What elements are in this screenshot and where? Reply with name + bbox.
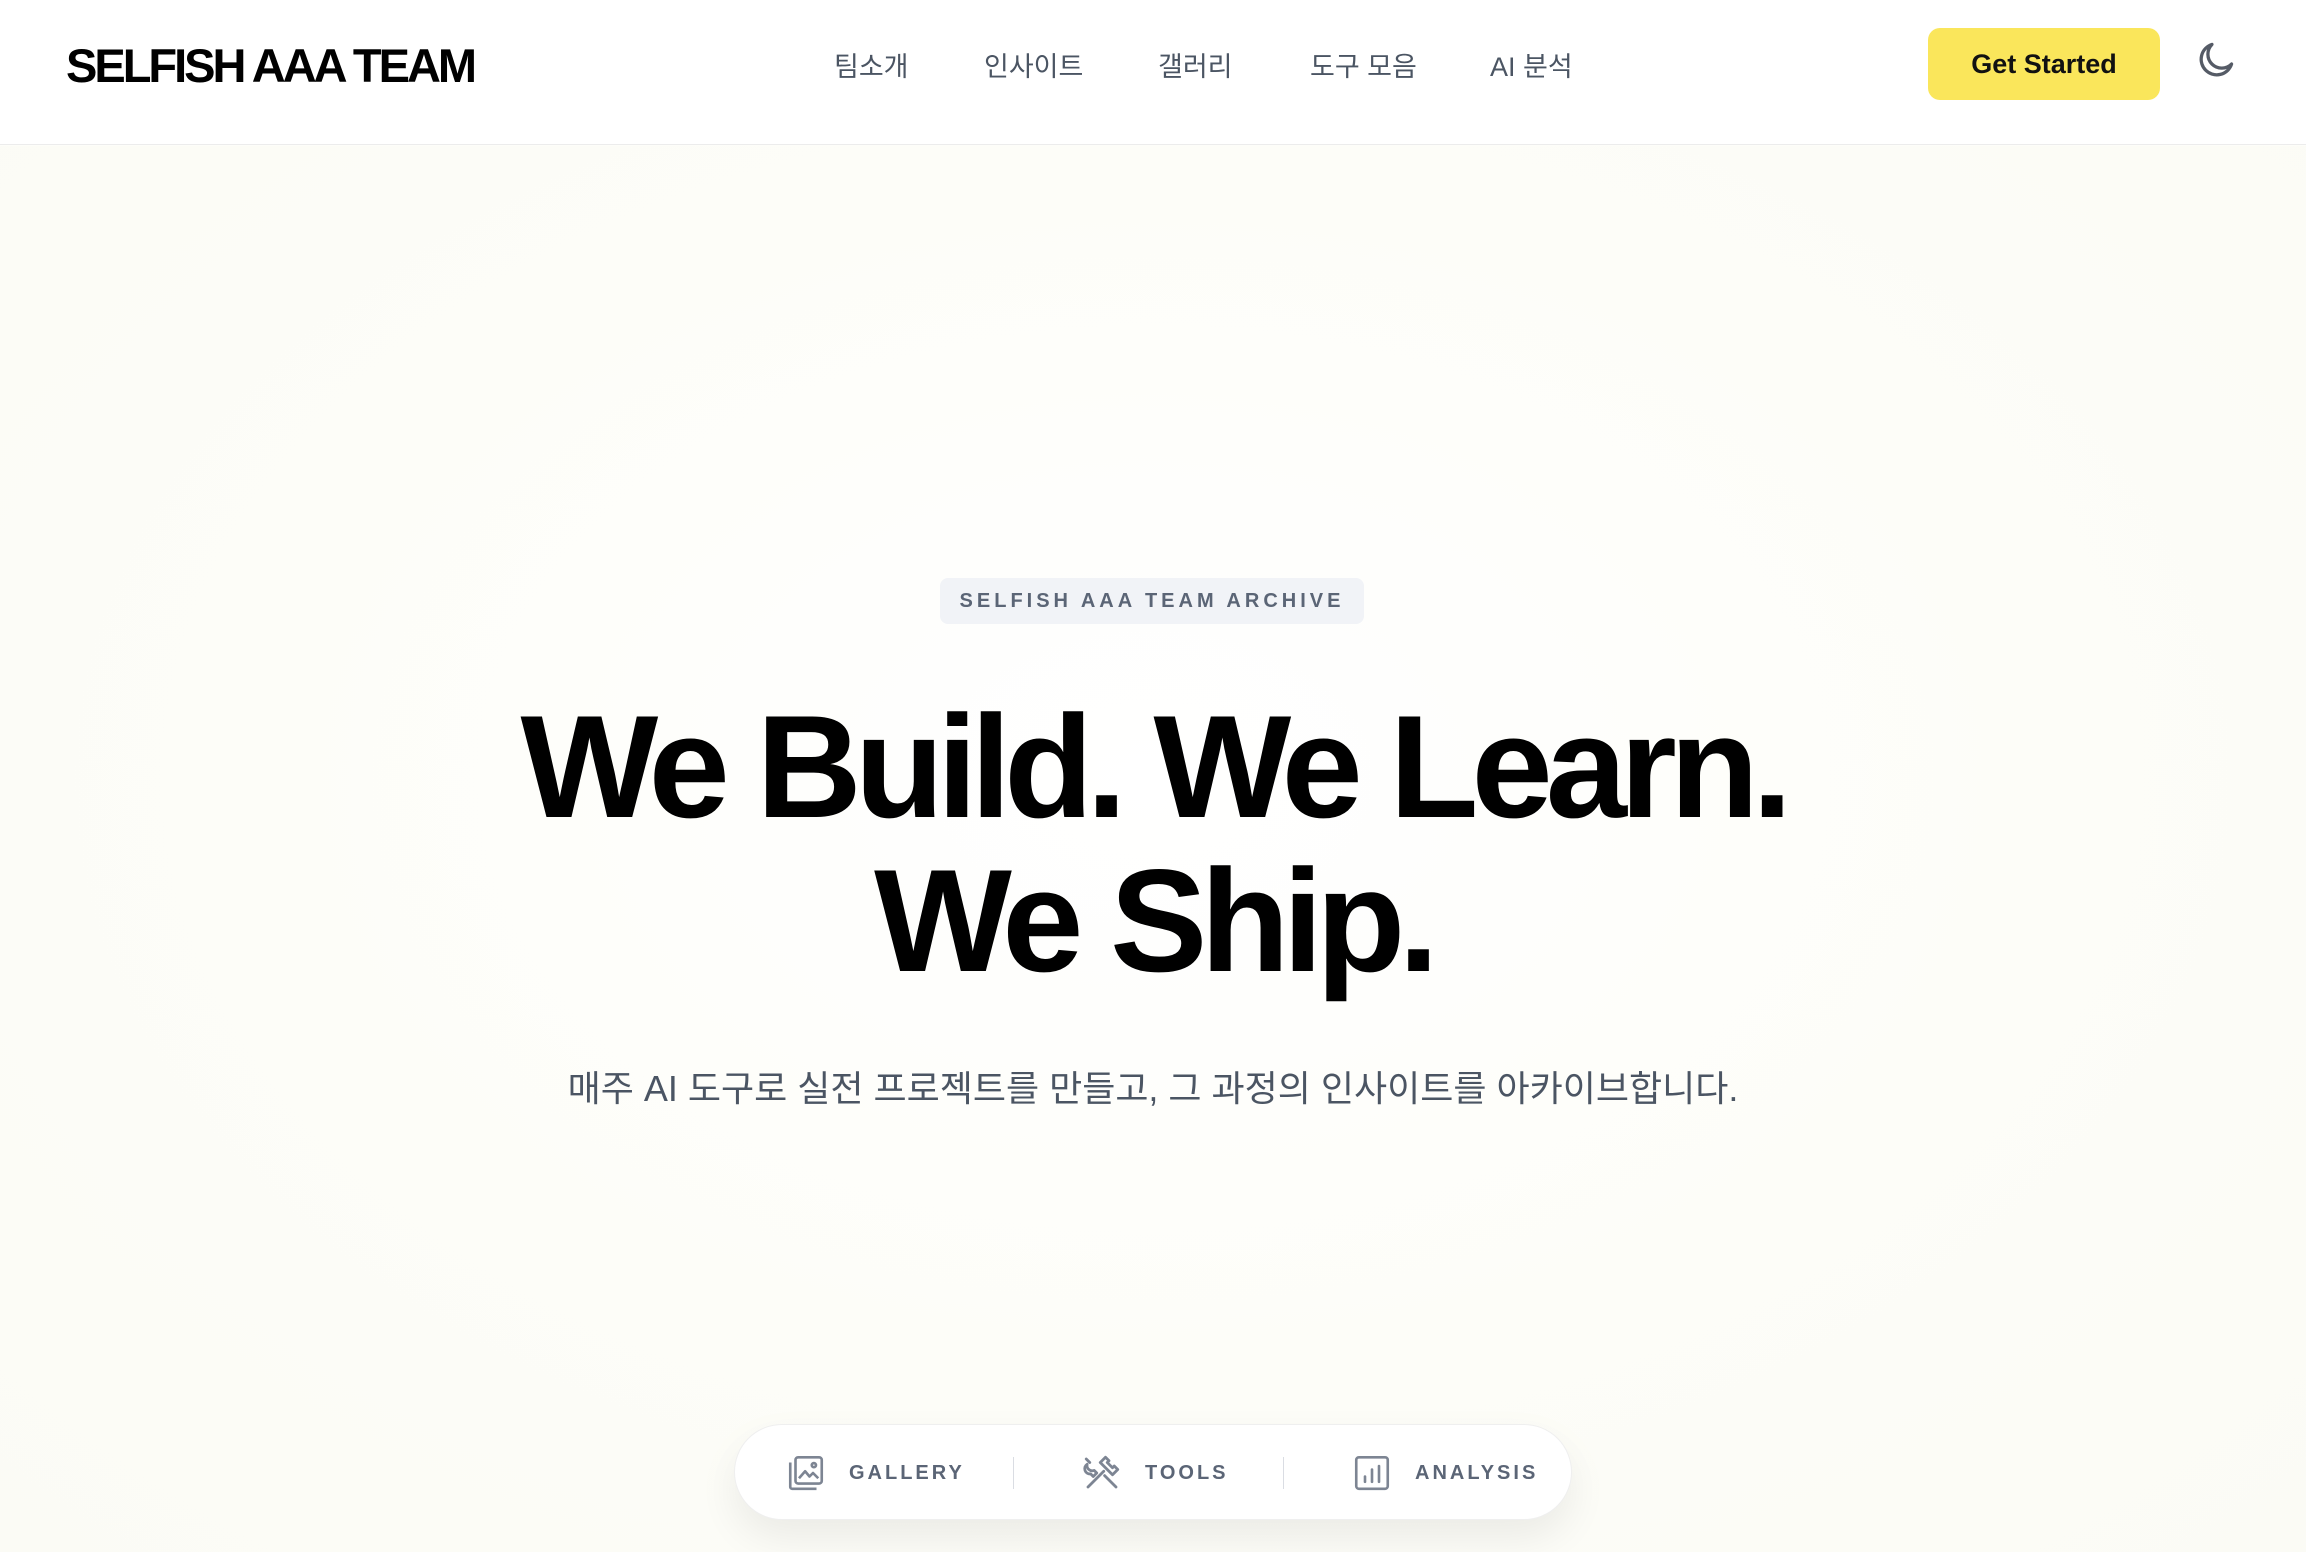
nav-item-team[interactable]: 팀소개 [834,45,909,84]
site-logo[interactable]: SELFISH AAA TEAM [66,38,477,93]
nav-item-ai-analysis[interactable]: AI 분석 [1490,45,1573,84]
nav-item-tools[interactable]: 도구 모음 [1310,45,1417,84]
nav-item-gallery[interactable]: 갤러리 [1158,45,1233,84]
quick-nav-analysis-label: ANALYSIS [1415,1461,1539,1484]
get-started-button[interactable]: Get Started [1928,28,2160,100]
quick-nav-tools[interactable]: TOOLS [1081,1425,1229,1521]
headline-line-2: We Ship. [874,839,1439,1002]
page: SELFISH AAA TEAM 팀소개 인사이트 갤러리 도구 모음 AI 분… [0,0,2306,1552]
quick-nav-analysis[interactable]: ANALYSIS [1351,1425,1538,1521]
tools-icon [1083,1455,1120,1489]
nav-item-insights[interactable]: 인사이트 [984,45,1083,84]
quick-nav-gallery-label: GALLERY [849,1461,965,1484]
hero-subtitle: 매주 AI 도구로 실전 프로젝트를 만들고, 그 과정의 인사이트를 아카이브… [567,1068,1739,1109]
moon-icon [2199,42,2234,77]
site-header: SELFISH AAA TEAM 팀소개 인사이트 갤러리 도구 모음 AI 분… [0,0,2306,145]
archive-badge: SELFISH AAA TEAM ARCHIVE [940,578,1364,624]
theme-toggle-button[interactable] [2194,38,2238,82]
gallery-icon [788,1455,824,1491]
quick-nav-pill: GALLERY TOOLS ANALYSIS [734,1424,1572,1520]
analysis-icon [1354,1455,1390,1491]
quick-nav-tools-label: TOOLS [1145,1461,1229,1484]
pill-divider [1013,1457,1014,1489]
quick-nav-gallery[interactable]: GALLERY [785,1425,965,1521]
pill-divider [1283,1457,1284,1489]
headline-line-1: We Build. We Learn. [520,685,1792,848]
hero-headline: We Build. We Learn. We Ship. [0,690,2306,998]
